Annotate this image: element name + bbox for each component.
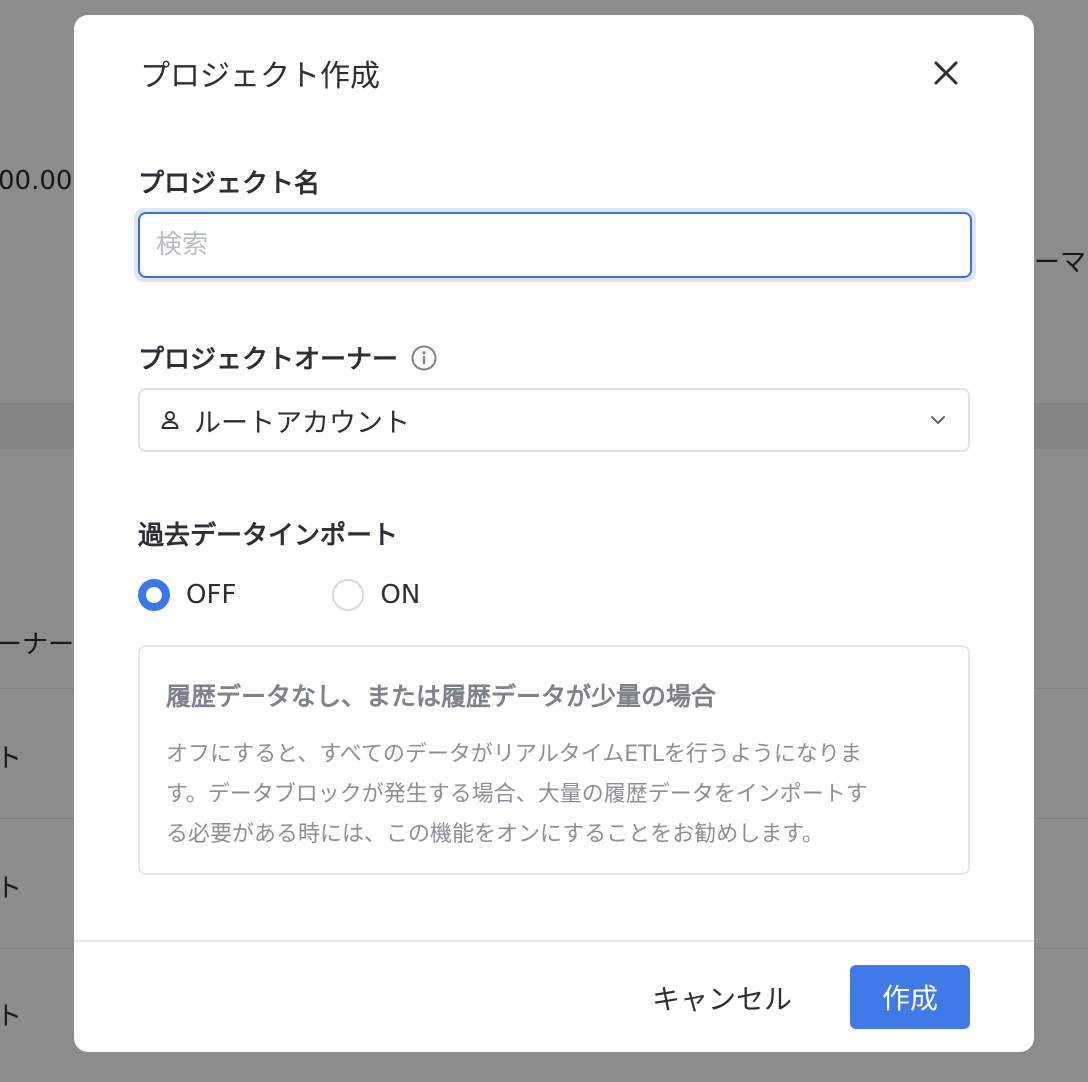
historical-import-label: 過去データインポート <box>138 515 398 552</box>
info-box-description: オフにすると、すべてのデータがリアルタイムETLを行うようになりま す。データブ… <box>166 735 942 855</box>
dialog-title: プロジェクト作成 <box>140 59 380 94</box>
info-icon[interactable] <box>410 344 438 372</box>
project-name-focus-ring <box>134 208 976 282</box>
import-info-box: 履歴データなし、または履歴データが少量の場合 オフにすると、すべてのデータがリア… <box>138 645 970 875</box>
info-box-line: す。データブロックが発生する場合、大量の履歴データをインポートす <box>166 782 868 807</box>
radio-on-label: ON <box>380 580 421 610</box>
create-button[interactable]: 作成 <box>850 965 970 1029</box>
project-name-label-text: プロジェクト名 <box>138 169 321 199</box>
historical-import-radio-group: OFF ON <box>138 579 420 611</box>
project-name-label: プロジェクト名 <box>138 163 320 200</box>
project-owner-label-text: プロジェクトオーナー <box>138 345 399 375</box>
project-owner-value: ルートアカウント <box>194 407 410 439</box>
info-box-title: 履歴データなし、または履歴データが少量の場合 <box>166 682 717 711</box>
user-icon <box>161 411 179 429</box>
radio-off-label: OFF <box>186 580 237 610</box>
info-box-line: オフにすると、すべてのデータがリアルタイムETLを行うようになりま <box>166 742 862 767</box>
project-name-input[interactable] <box>138 212 972 278</box>
project-owner-select[interactable]: ルートアカウント <box>138 388 970 452</box>
close-button[interactable] <box>926 53 966 93</box>
radio-on-circle[interactable] <box>332 579 365 611</box>
info-box-line: る必要がある時には、この機能をオンにすることをお勧めします。 <box>166 822 825 847</box>
radio-option-on[interactable]: ON <box>332 579 420 611</box>
radio-option-off[interactable]: OFF <box>138 579 236 611</box>
radio-off-circle[interactable] <box>138 579 170 611</box>
chevron-down-icon <box>931 416 945 424</box>
cancel-button[interactable]: キャンセル <box>642 970 802 1026</box>
historical-import-label-text: 過去データインポート <box>138 521 399 551</box>
close-icon <box>934 61 958 85</box>
footer-divider <box>74 940 1034 942</box>
project-owner-label: プロジェクトオーナー <box>138 339 438 376</box>
create-project-dialog: プロジェクト作成 プロジェクト名 プロジェクトオーナー ルートアカウント 過去デ… <box>74 15 1034 1052</box>
